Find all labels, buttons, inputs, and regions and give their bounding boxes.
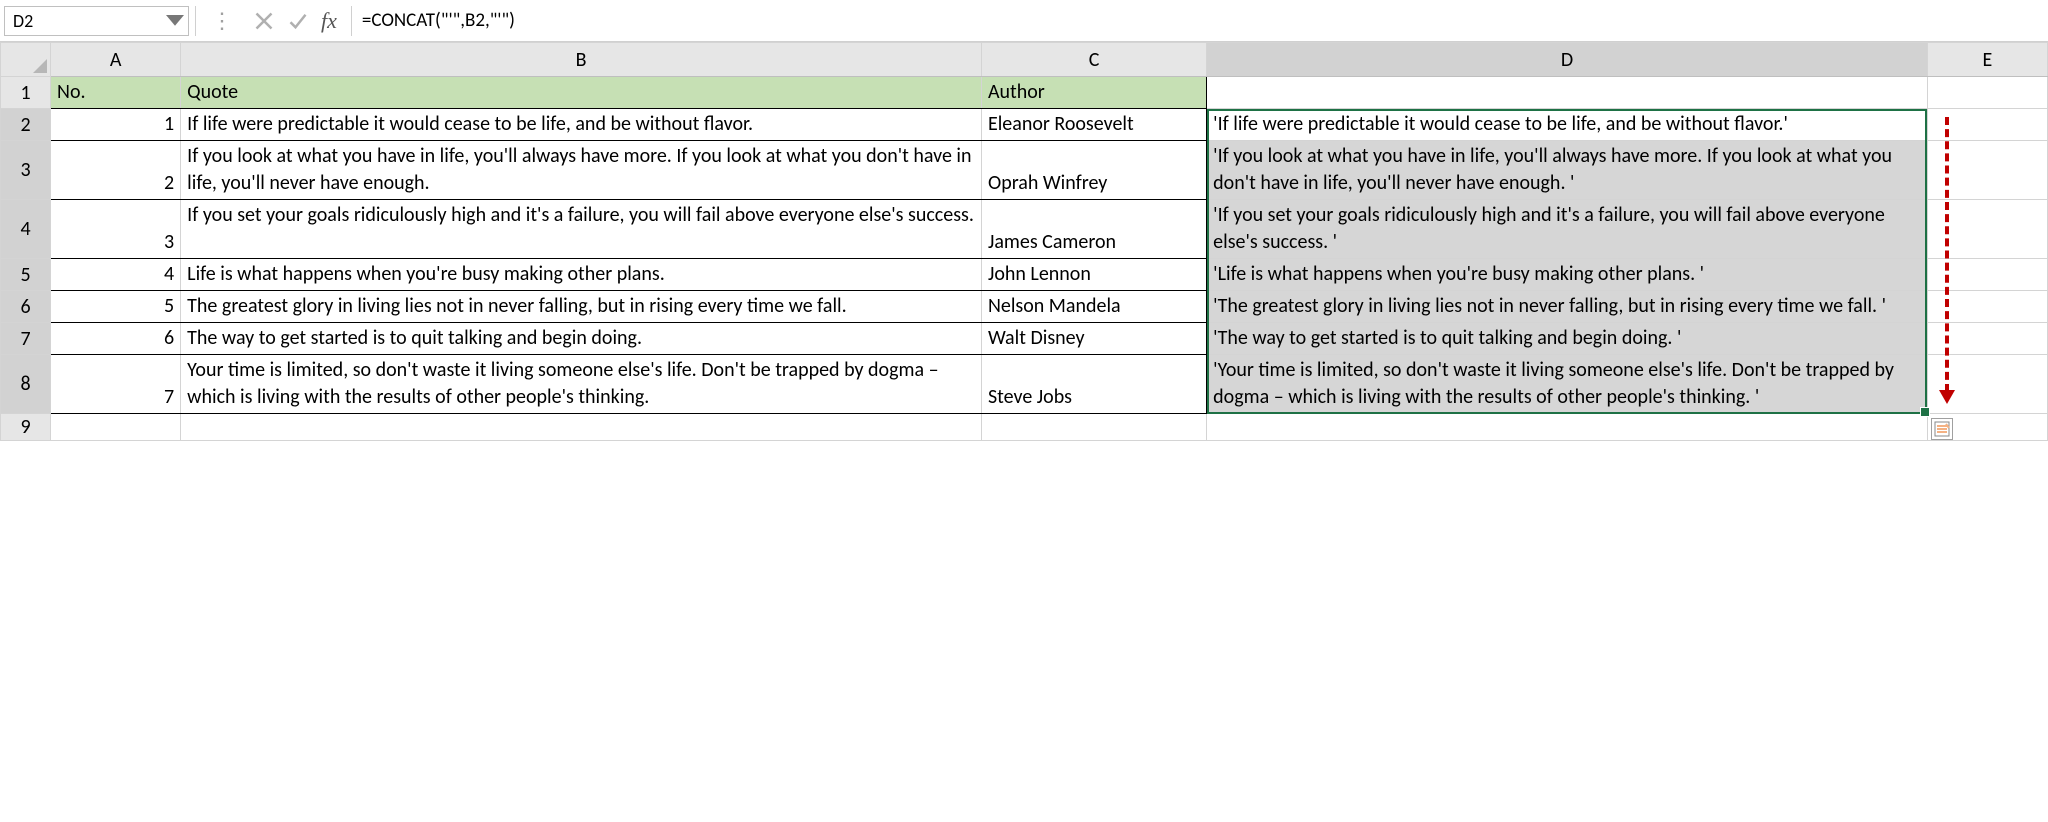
enter-icon[interactable]	[281, 6, 315, 36]
name-box[interactable]: D2	[4, 6, 189, 36]
cell-a7[interactable]: 6	[51, 323, 181, 355]
select-all-corner[interactable]	[1, 43, 51, 77]
cell-b4[interactable]: If you set your goals ridiculously high …	[181, 200, 982, 259]
cell-b8[interactable]: Your time is limited, so don't waste it …	[181, 355, 982, 414]
cell-b2[interactable]: If life were predictable it would cease …	[181, 109, 982, 141]
col-head-a[interactable]: A	[51, 43, 181, 77]
row-head-8[interactable]: 8	[1, 355, 51, 414]
cell-c9[interactable]	[981, 414, 1206, 441]
cell-b1[interactable]: Quote	[181, 77, 982, 109]
cell-c8[interactable]: Steve Jobs	[981, 355, 1206, 414]
row-head-1[interactable]: 1	[1, 77, 51, 109]
spreadsheet-grid: A B C D E 1 No. Quote Author 21If life w…	[0, 42, 2048, 441]
cell-d9[interactable]	[1207, 414, 1928, 441]
sheet-table[interactable]: A B C D E 1 No. Quote Author 21If life w…	[0, 42, 2048, 441]
row-head-7[interactable]: 7	[1, 323, 51, 355]
cell-c5[interactable]: John Lennon	[981, 259, 1206, 291]
cell-d8[interactable]: 'Your time is limited, so don't waste it…	[1207, 355, 1928, 414]
cell-a5[interactable]: 4	[51, 259, 181, 291]
cell-d4[interactable]: 'If you set your goals ridiculously high…	[1207, 200, 1928, 259]
cell-e7[interactable]	[1927, 323, 2047, 355]
cell-c7[interactable]: Walt Disney	[981, 323, 1206, 355]
row-head-5[interactable]: 5	[1, 259, 51, 291]
cell-e1[interactable]	[1927, 77, 2047, 109]
expand-dots-icon[interactable]: ⋮	[211, 7, 233, 34]
row-head-6[interactable]: 6	[1, 291, 51, 323]
cell-d7[interactable]: 'The way to get started is to quit talki…	[1207, 323, 1928, 355]
cell-b7[interactable]: The way to get started is to quit talkin…	[181, 323, 982, 355]
cell-a6[interactable]: 5	[51, 291, 181, 323]
cell-e8[interactable]	[1927, 355, 2047, 414]
cancel-icon[interactable]	[247, 6, 281, 36]
col-head-d[interactable]: D	[1207, 43, 1928, 77]
cell-c4[interactable]: James Cameron	[981, 200, 1206, 259]
row-head-3[interactable]: 3	[1, 141, 51, 200]
row-head-9[interactable]: 9	[1, 414, 51, 441]
cell-d5[interactable]: 'Life is what happens when you're busy m…	[1207, 259, 1928, 291]
cell-a3[interactable]: 2	[51, 141, 181, 200]
cell-e6[interactable]	[1927, 291, 2047, 323]
cell-e4[interactable]	[1927, 200, 2047, 259]
col-head-e[interactable]: E	[1927, 43, 2047, 77]
cell-d1[interactable]	[1207, 77, 1928, 109]
cell-b9[interactable]	[181, 414, 982, 441]
col-head-b[interactable]: B	[181, 43, 982, 77]
formula-input[interactable]	[351, 6, 2048, 36]
cell-d2[interactable]: 'If life were predictable it would cease…	[1207, 109, 1928, 141]
cell-e2[interactable]	[1927, 109, 2047, 141]
col-head-c[interactable]: C	[981, 43, 1206, 77]
cell-d6[interactable]: 'The greatest glory in living lies not i…	[1207, 291, 1928, 323]
cell-c2[interactable]: Eleanor Roosevelt	[981, 109, 1206, 141]
cell-c3[interactable]: Oprah Winfrey	[981, 141, 1206, 200]
cell-b6[interactable]: The greatest glory in living lies not in…	[181, 291, 982, 323]
autofill-options-icon[interactable]	[1931, 418, 1953, 440]
cell-a4[interactable]: 3	[51, 200, 181, 259]
cell-b3[interactable]: If you look at what you have in life, yo…	[181, 141, 982, 200]
cell-c1[interactable]: Author	[981, 77, 1206, 109]
cell-b5[interactable]: Life is what happens when you're busy ma…	[181, 259, 982, 291]
formula-bar: D2 ⋮ fx	[0, 0, 2048, 42]
name-box-value: D2	[13, 10, 33, 32]
name-box-dropdown-icon[interactable]	[166, 12, 184, 30]
cell-a1[interactable]: No.	[51, 77, 181, 109]
cell-d3[interactable]: 'If you look at what you have in life, y…	[1207, 141, 1928, 200]
row-head-2[interactable]: 2	[1, 109, 51, 141]
cell-e5[interactable]	[1927, 259, 2047, 291]
row-head-4[interactable]: 4	[1, 200, 51, 259]
cell-a8[interactable]: 7	[51, 355, 181, 414]
separator	[195, 6, 201, 36]
cell-a2[interactable]: 1	[51, 109, 181, 141]
cell-a9[interactable]	[51, 414, 181, 441]
fx-icon[interactable]: fx	[321, 8, 337, 34]
cell-c6[interactable]: Nelson Mandela	[981, 291, 1206, 323]
cell-e3[interactable]	[1927, 141, 2047, 200]
